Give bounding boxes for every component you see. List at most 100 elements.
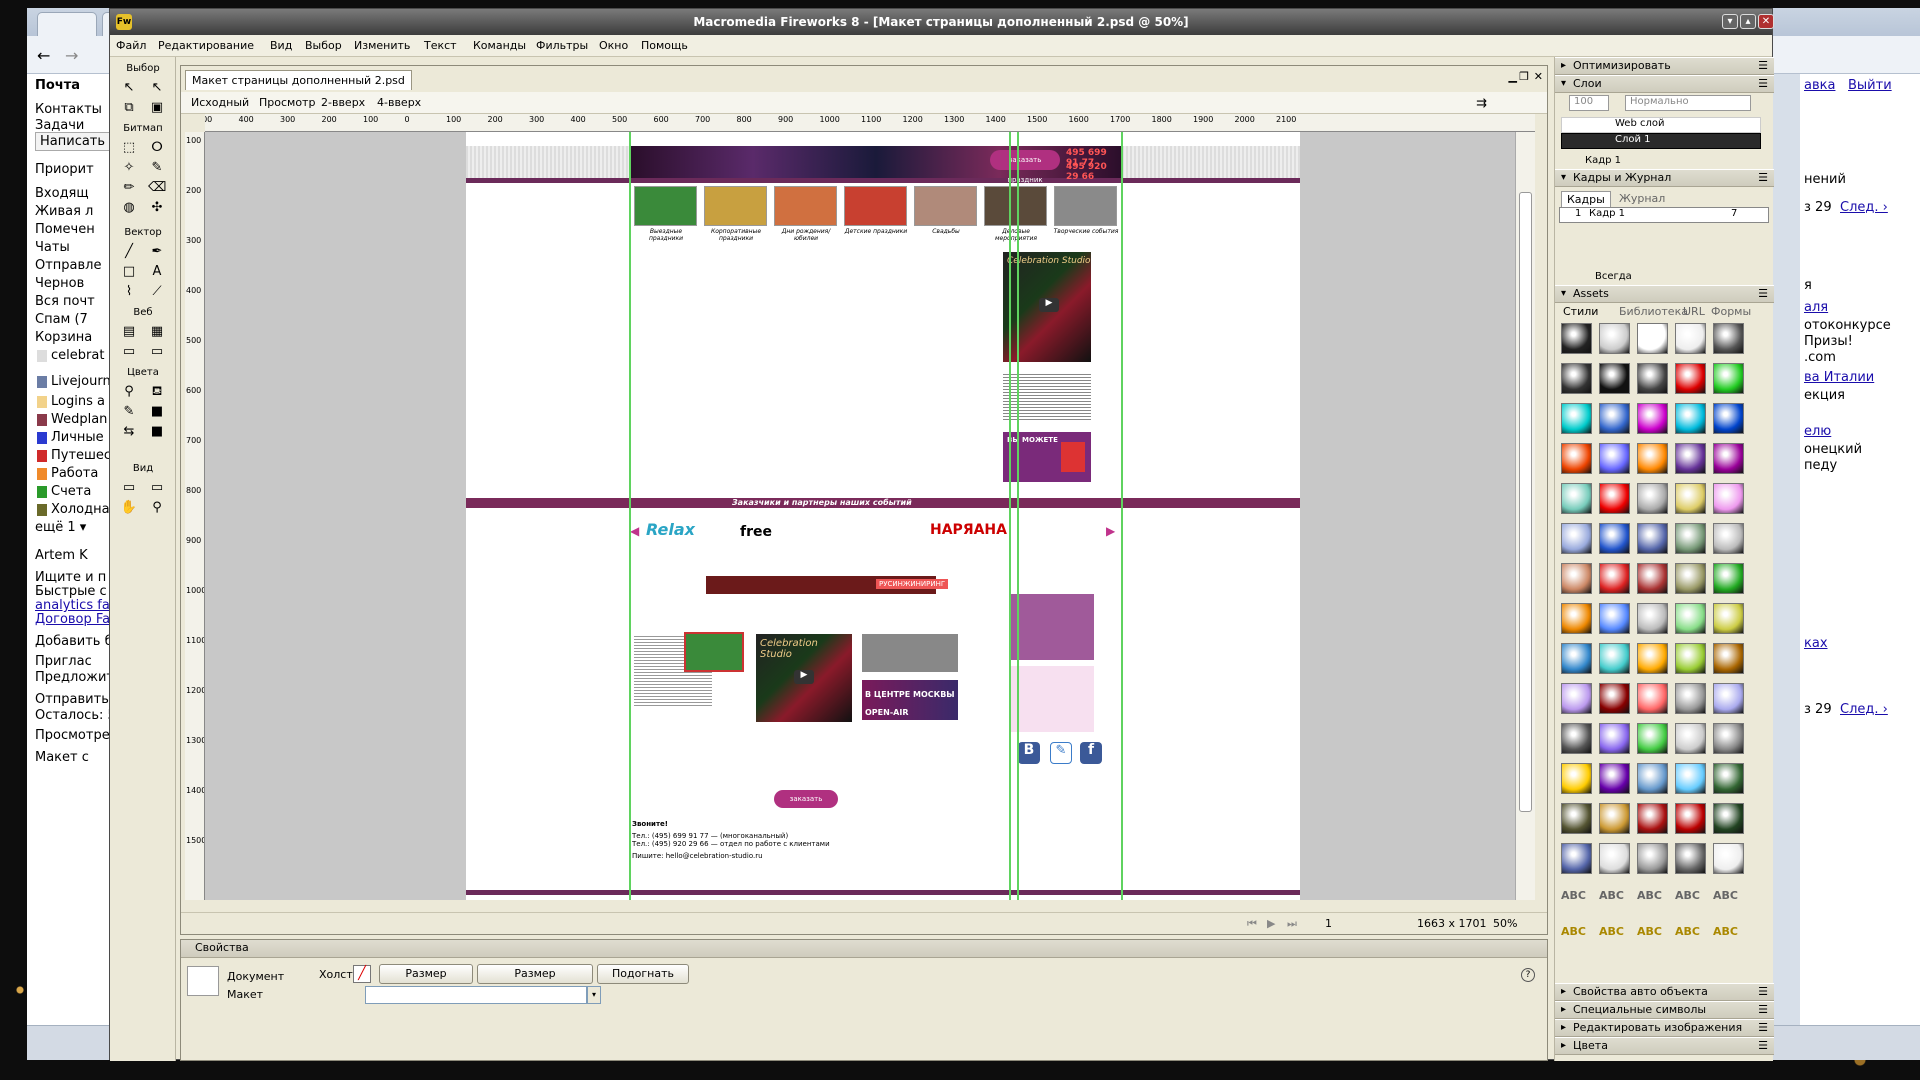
- guide-line[interactable]: [629, 132, 631, 900]
- optimize-panel-header[interactable]: Оптимизировать ☰: [1555, 57, 1774, 75]
- order-button-2[interactable]: заказать праздник: [774, 790, 838, 821]
- gmail-item-5[interactable]: Входящ: [35, 186, 112, 201]
- style-swatch[interactable]: [1637, 323, 1668, 354]
- vk-icon[interactable]: В: [1018, 742, 1040, 764]
- gmail-item-27[interactable]: analytics fa: [35, 598, 112, 613]
- rectangle-icon[interactable]: □: [120, 263, 138, 281]
- panel-menu-icon[interactable]: ☰: [1758, 76, 1768, 92]
- nav-thumb-6[interactable]: [1054, 186, 1117, 226]
- blend-mode-select[interactable]: Нормально: [1625, 95, 1751, 111]
- swap-colors-icon[interactable]: ⇆: [120, 423, 138, 441]
- style-swatch[interactable]: [1561, 723, 1592, 754]
- open-air-banner[interactable]: В ЦЕНТРЕ МОСКВЫ OPEN-AIR: [862, 680, 958, 720]
- style-swatch[interactable]: [1637, 523, 1668, 554]
- gmail-right-10[interactable]: ва Италии: [1804, 370, 1874, 385]
- panel-menu-icon[interactable]: ☰: [1758, 984, 1768, 1000]
- hide-slices-icon[interactable]: ▭: [120, 343, 138, 361]
- style-swatch[interactable]: [1561, 363, 1592, 394]
- abc-style[interactable]: ABC: [1637, 925, 1662, 938]
- gmail-item-6[interactable]: Живая л: [35, 204, 112, 219]
- style-swatch[interactable]: [1599, 363, 1630, 394]
- export-area-icon[interactable]: ▣: [148, 99, 166, 117]
- style-swatch[interactable]: [1599, 803, 1630, 834]
- menu-item-0[interactable]: Файл: [116, 39, 146, 52]
- style-swatch[interactable]: [1637, 363, 1668, 394]
- gmail-item-12[interactable]: Спам (7: [35, 312, 112, 327]
- forward-icon[interactable]: →: [65, 46, 78, 65]
- menu-item-1[interactable]: Редактирование: [158, 39, 254, 52]
- last-frame-icon[interactable]: ⏭: [1287, 917, 1297, 931]
- line-icon[interactable]: ╱: [120, 243, 138, 261]
- gmail-item-7[interactable]: Помечен: [35, 222, 112, 237]
- style-swatch[interactable]: [1675, 723, 1706, 754]
- nav-thumb-5[interactable]: [984, 186, 1047, 226]
- style-swatch[interactable]: [1713, 843, 1744, 874]
- browser-tab[interactable]: [37, 12, 97, 36]
- style-swatch[interactable]: [1561, 403, 1592, 434]
- style-swatch[interactable]: [1561, 323, 1592, 354]
- style-swatch[interactable]: [1713, 803, 1744, 834]
- zoom-level[interactable]: 50%: [1493, 917, 1517, 930]
- image-size-button[interactable]: Размер изображения: [477, 964, 593, 998]
- magic-wand-icon[interactable]: ✧: [120, 159, 138, 177]
- layer-row-1[interactable]: [1561, 133, 1761, 149]
- abc-style[interactable]: ABC: [1599, 925, 1624, 938]
- fill-color-icon[interactable]: ■: [148, 403, 166, 421]
- gmail-right-0[interactable]: авка: [1804, 78, 1835, 93]
- abc-style[interactable]: ABC: [1599, 889, 1624, 902]
- gmail-right-1[interactable]: Выйти: [1848, 78, 1892, 93]
- menu-item-3[interactable]: Выбор: [305, 39, 342, 52]
- eyedropper-icon[interactable]: ⚲: [120, 383, 138, 401]
- style-swatch[interactable]: [1675, 523, 1706, 554]
- slice-icon[interactable]: ▦: [148, 323, 166, 341]
- style-swatch[interactable]: [1713, 763, 1744, 794]
- style-swatch[interactable]: [1599, 563, 1630, 594]
- pen-icon[interactable]: ✒: [148, 243, 166, 261]
- style-swatch[interactable]: [1637, 403, 1668, 434]
- prev-arrow-icon[interactable]: ◀: [630, 524, 639, 538]
- gmail-right-17[interactable]: След. ›: [1840, 702, 1888, 717]
- special-chars-panel-header[interactable]: Специальные символы ☰: [1555, 1001, 1774, 1019]
- menu-item-8[interactable]: Окно: [599, 39, 628, 52]
- gmail-item-23[interactable]: ещё 1 ▾: [35, 520, 112, 535]
- back-icon[interactable]: ←: [37, 46, 50, 65]
- view-tab-2[interactable]: 2-вверх: [321, 96, 365, 109]
- properties-header[interactable]: Свойства: [181, 940, 1547, 958]
- nav-thumb-3[interactable]: [844, 186, 907, 226]
- brush-icon[interactable]: ✎: [148, 159, 166, 177]
- style-swatch[interactable]: [1713, 483, 1744, 514]
- style-swatch[interactable]: [1561, 563, 1592, 594]
- style-swatch[interactable]: [1675, 763, 1706, 794]
- style-swatch[interactable]: [1675, 843, 1706, 874]
- style-swatch[interactable]: [1561, 523, 1592, 554]
- style-swatch[interactable]: [1675, 803, 1706, 834]
- panel-menu-icon[interactable]: ☰: [1758, 58, 1768, 74]
- panel-menu-icon[interactable]: ☰: [1758, 1002, 1768, 1018]
- style-swatch[interactable]: [1561, 683, 1592, 714]
- auto-shape-panel-header[interactable]: Свойства авто объекта ☰: [1555, 983, 1774, 1001]
- menu-item-6[interactable]: Команды: [473, 39, 526, 52]
- facebook-icon[interactable]: f: [1080, 742, 1102, 764]
- gmail-item-28[interactable]: Договор Fa: [35, 612, 112, 627]
- style-swatch[interactable]: [1675, 363, 1706, 394]
- gmail-item-10[interactable]: Чернов: [35, 276, 112, 291]
- asset-tab-0[interactable]: Стили: [1563, 305, 1598, 318]
- gmail-item-31[interactable]: Предложит: [35, 670, 112, 685]
- hand-icon[interactable]: ✋: [120, 499, 138, 517]
- gmail-item-24[interactable]: Artem K: [35, 548, 112, 563]
- zoom-icon[interactable]: ⚲: [148, 499, 166, 517]
- next-arrow-icon[interactable]: ▶: [1106, 524, 1115, 538]
- nav-thumb-4[interactable]: [914, 186, 977, 226]
- style-swatch[interactable]: [1599, 523, 1630, 554]
- rubber-stamp-icon[interactable]: ✣: [148, 199, 166, 217]
- menu-item-4[interactable]: Изменить: [354, 39, 410, 52]
- style-swatch[interactable]: [1599, 643, 1630, 674]
- layers-panel-header[interactable]: Слои ☰: [1555, 75, 1774, 93]
- nav-thumb-1[interactable]: [704, 186, 767, 226]
- style-swatch[interactable]: [1599, 723, 1630, 754]
- style-swatch[interactable]: [1675, 643, 1706, 674]
- restore-icon[interactable]: ▴: [1740, 14, 1756, 29]
- canvas-size-button[interactable]: Размер холста...: [379, 964, 473, 998]
- play-frames-icon[interactable]: ▶: [1267, 917, 1275, 930]
- style-swatch[interactable]: [1561, 803, 1592, 834]
